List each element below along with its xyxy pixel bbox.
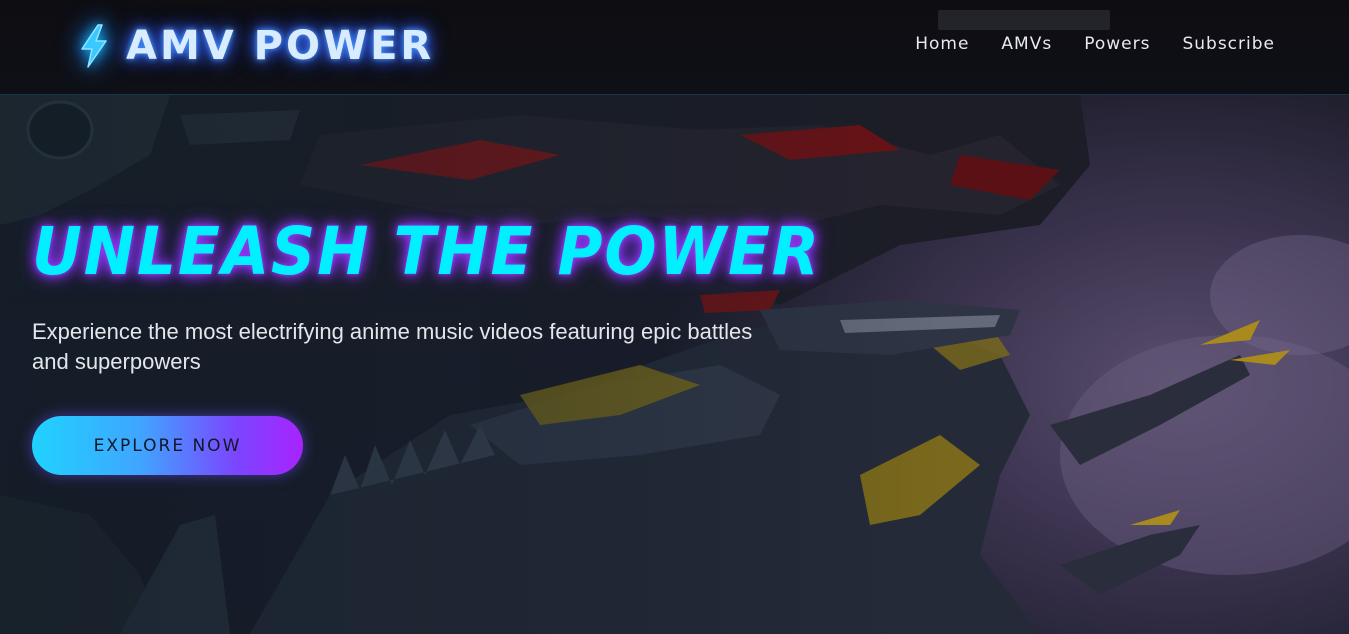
explore-now-button[interactable]: EXPLORE NOW	[32, 416, 303, 475]
nav-link-amvs[interactable]: AMVs	[1001, 34, 1052, 54]
site-header: AMV POWER Home AMVs Powers Subscribe	[0, 0, 1349, 95]
background-overlay-strip	[938, 10, 1110, 30]
nav-link-powers[interactable]: Powers	[1084, 34, 1150, 54]
hero-section: UNLEASH THE POWER Experience the most el…	[0, 95, 1349, 634]
logo-text: AMV POWER	[126, 23, 435, 69]
page: AMV POWER Home AMVs Powers Subscribe UNL…	[0, 0, 1349, 634]
lightning-bolt-icon	[76, 23, 112, 69]
hero-title: UNLEASH THE POWER	[32, 213, 821, 290]
hero-subtitle: Experience the most electrifying anime m…	[32, 319, 753, 374]
logo[interactable]: AMV POWER	[76, 22, 434, 70]
nav-link-home[interactable]: Home	[915, 34, 969, 54]
main-nav: Home AMVs Powers Subscribe	[915, 34, 1275, 54]
nav-link-subscribe[interactable]: Subscribe	[1182, 34, 1275, 54]
